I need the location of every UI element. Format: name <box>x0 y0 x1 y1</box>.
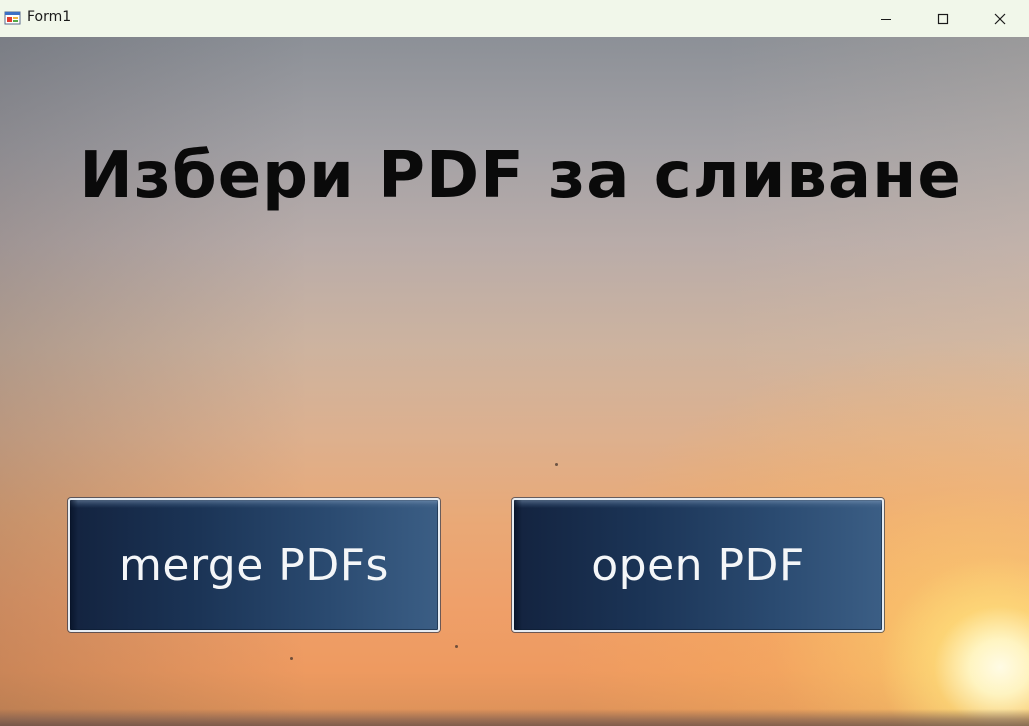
background-speck <box>290 657 293 660</box>
minimize-button[interactable] <box>857 0 915 37</box>
open-pdf-button[interactable]: open PDF <box>512 498 884 632</box>
app-window: Form1 Избери PDF за сливане merge PDFs o… <box>0 0 1029 726</box>
close-icon <box>994 13 1006 24</box>
maximize-button[interactable] <box>914 0 972 37</box>
background-speck <box>455 645 458 648</box>
open-pdf-label: open PDF <box>591 539 805 591</box>
title-bar[interactable]: Form1 <box>0 0 1029 37</box>
background-horizon <box>0 709 1029 726</box>
maximize-icon <box>937 13 949 24</box>
minimize-icon <box>881 18 891 20</box>
merge-pdfs-button[interactable]: merge PDFs <box>68 498 440 632</box>
winforms-app-icon <box>4 11 21 25</box>
merge-pdfs-label: merge PDFs <box>119 539 389 591</box>
form-client-area: Избери PDF за сливане merge PDFs open PD… <box>0 37 1029 726</box>
window-title: Form1 <box>27 9 72 25</box>
close-button[interactable] <box>971 0 1029 37</box>
page-heading: Избери PDF за сливане <box>79 139 962 213</box>
background-speck <box>555 463 558 466</box>
